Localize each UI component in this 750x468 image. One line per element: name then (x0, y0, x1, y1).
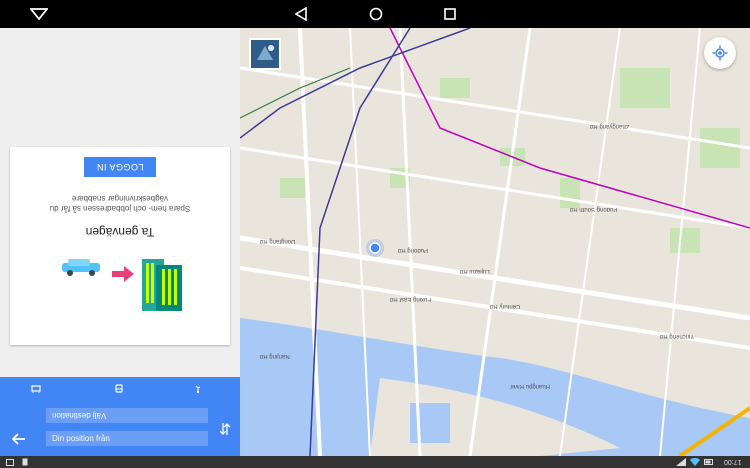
map-label: Huangpu River (510, 383, 551, 389)
screenshot-icon (6, 456, 14, 468)
arrow-illustration-icon (112, 266, 134, 282)
card-body-text: Spara hem- och jobbadressen så får du vä… (49, 194, 191, 213)
directions-panel: Välj destination från Din position (0, 377, 240, 456)
nav-dropdown-icon[interactable] (28, 4, 50, 24)
signal-icon (676, 456, 686, 468)
swap-icon[interactable] (216, 421, 234, 437)
login-button[interactable]: LOGGA IN (84, 157, 156, 177)
map-label: Fuxing East Rd (390, 296, 432, 302)
home-circle-icon[interactable] (365, 4, 387, 24)
crosshair-icon (712, 45, 728, 61)
battery-icon (704, 456, 714, 468)
car-illustration-icon (62, 259, 100, 276)
map-label: Dongfang Rd (260, 238, 296, 244)
my-location-button[interactable] (704, 37, 736, 69)
map-label: Nanjing Rd (260, 353, 290, 359)
building-illustration-icon (142, 259, 182, 311)
recents-square-icon[interactable] (439, 4, 461, 24)
back-arrow-icon[interactable] (10, 431, 28, 447)
card-title: Ta genvägen (85, 225, 155, 239)
illustration (50, 255, 200, 315)
map-view[interactable]: Pudong Rd Century Rd Dongfang Rd Lujiazu… (240, 28, 750, 456)
map-label: Zhangyang Rd (590, 123, 630, 129)
back-triangle-icon[interactable] (290, 4, 312, 24)
map-label: Lujiazui Rd (460, 268, 490, 274)
wifi-icon (690, 456, 700, 468)
system-nav-bar (0, 0, 750, 28)
transit-icon[interactable] (111, 383, 127, 395)
map-label: Century Rd (490, 303, 521, 309)
destination-field[interactable]: Välj destination (46, 408, 208, 423)
notification-icon (22, 456, 28, 468)
origin-field[interactable]: från Din position (46, 431, 208, 446)
status-bar: 17:00 (0, 456, 750, 468)
car-icon[interactable] (190, 383, 206, 395)
map-label: Yincheng Rd (660, 333, 695, 339)
map-label: Pudong Rd (398, 247, 429, 253)
clock: 17:00 (724, 458, 742, 466)
walk-icon[interactable] (28, 383, 44, 395)
map-label: Pudong South Rd (570, 206, 618, 212)
shortcut-card: LOGGA IN Spara hem- och jobbadressen så … (10, 147, 230, 345)
satellite-thumbnail[interactable] (249, 38, 281, 70)
